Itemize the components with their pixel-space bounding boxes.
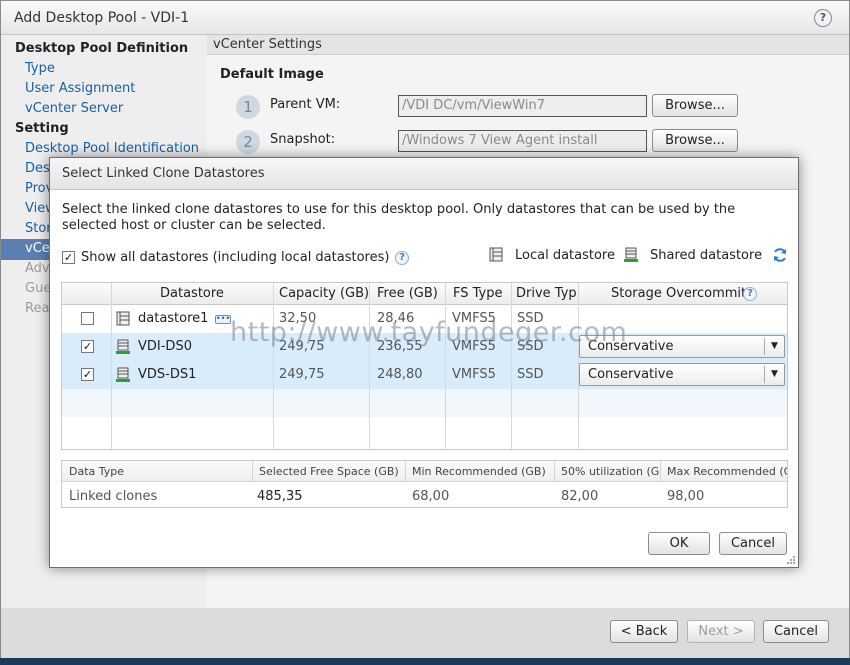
wizard-title: Add Desktop Pool - VDI-1 xyxy=(14,10,190,26)
chevron-down-icon[interactable]: ▼ xyxy=(764,366,784,383)
step-number-1: 1 xyxy=(236,95,260,119)
column-divider xyxy=(578,283,579,449)
nav-item-pool-identification[interactable]: Desktop Pool Identification xyxy=(25,141,199,156)
content-header: vCenter Settings xyxy=(207,35,849,55)
select-linked-clone-datastores-dialog: Select Linked Clone Datastores Select th… xyxy=(49,157,799,568)
dialog-titlebar[interactable]: Select Linked Clone Datastores xyxy=(50,158,798,190)
help-icon[interactable]: ? xyxy=(814,9,832,27)
column-header-capacity[interactable]: Capacity (GB) xyxy=(279,286,369,301)
column-header-drive-type[interactable]: Drive Typ xyxy=(516,286,577,301)
ok-button[interactable]: OK xyxy=(648,532,710,555)
datastore-name: datastore1 xyxy=(138,311,209,326)
column-header-storage-overcommit[interactable]: Storage Overcommit xyxy=(611,286,746,301)
summary-data-type: Linked clones xyxy=(69,489,158,504)
legend-local-label: Local datastore xyxy=(515,248,615,263)
snapshot-field[interactable]: /Windows 7 View Agent install xyxy=(398,130,647,152)
empty-row xyxy=(62,417,787,445)
nav-item-type[interactable]: Type xyxy=(25,61,55,76)
section-title-default-image: Default Image xyxy=(220,67,324,82)
resize-grip-icon[interactable] xyxy=(786,555,796,565)
summary-max-recommended: 98,00 xyxy=(667,489,705,504)
dialog-cancel-button[interactable]: Cancel xyxy=(719,532,787,555)
shared-datastore-icon xyxy=(116,367,130,382)
column-header-free[interactable]: Free (GB) xyxy=(377,286,438,301)
shared-datastore-icon xyxy=(624,247,638,262)
step-number-2: 2 xyxy=(236,130,260,154)
refresh-icon[interactable] xyxy=(772,247,788,263)
summary-header-selected-free: Selected Free Space (GB) xyxy=(259,465,399,478)
nav-item-user-assignment[interactable]: User Assignment xyxy=(25,81,135,96)
column-divider xyxy=(511,283,512,449)
space-summary-table: Data Type Selected Free Space (GB) Min R… xyxy=(61,460,788,508)
nav-section-setting: Setting xyxy=(15,121,69,136)
column-header-datastore[interactable]: Datastore xyxy=(160,286,224,301)
shared-datastore-icon xyxy=(116,339,130,354)
dialog-description: Select the linked clone datastores to us… xyxy=(62,202,736,233)
column-divider xyxy=(445,283,446,449)
summary-selected-free: 485,35 xyxy=(257,489,303,504)
summary-header-data-type: Data Type xyxy=(69,465,125,478)
dialog-title: Select Linked Clone Datastores xyxy=(62,166,265,181)
chevron-down-icon[interactable]: ▼ xyxy=(764,338,784,355)
snapshot-browse-button[interactable]: Browse... xyxy=(652,129,738,152)
nav-section-pool-definition: Desktop Pool Definition xyxy=(15,41,189,56)
nav-item-partial-1[interactable]: Des xyxy=(25,161,50,176)
column-divider xyxy=(111,283,112,449)
show-all-datastores-label: Show all datastores (including local dat… xyxy=(81,250,390,265)
empty-row xyxy=(62,389,787,417)
watermark: http://www.tayfundeger.com xyxy=(230,317,628,348)
nav-item-partial-7: Gue xyxy=(25,281,52,296)
summary-header: Data Type Selected Free Space (GB) Min R… xyxy=(62,461,787,482)
datastore-name: VDI-DS0 xyxy=(138,339,192,354)
nav-item-partial-8: Rea xyxy=(25,301,50,316)
nav-item-partial-4[interactable]: Stor xyxy=(25,221,52,236)
column-header-fs-type[interactable]: FS Type xyxy=(453,286,503,301)
summary-min-recommended: 68,00 xyxy=(412,489,450,504)
show-all-help-icon[interactable]: ? xyxy=(395,251,409,265)
table-row[interactable]: ✓ VDS-DS1 249,75 248,80 VMFS5 SSD Conser… xyxy=(62,361,787,389)
snapshot-label: Snapshot: xyxy=(270,132,336,147)
legend-shared-label: Shared datastore xyxy=(650,248,763,263)
fs-type-cell: VMFS5 xyxy=(452,367,496,382)
local-datastore-icon xyxy=(116,311,130,326)
row-checkbox[interactable] xyxy=(81,312,94,325)
summary-header-50-utilization: 50% utilization (GB) xyxy=(561,465,659,478)
parent-vm-field[interactable]: /VDI DC/vm/ViewWin7 xyxy=(398,95,647,117)
table-header: Datastore Capacity (GB) Free (GB) FS Typ… xyxy=(62,283,787,305)
summary-header-min-recommended: Min Recommended (GB) xyxy=(412,465,546,478)
free-cell: 248,80 xyxy=(377,367,423,382)
parent-vm-browse-button[interactable]: Browse... xyxy=(652,94,738,117)
next-button[interactable]: Next > xyxy=(687,620,755,643)
nav-item-vcenter-settings[interactable]: vCe xyxy=(25,241,50,256)
storage-overcommit-select[interactable]: Conservative ▼ xyxy=(579,363,785,386)
nav-item-vcenter-server[interactable]: vCenter Server xyxy=(25,101,123,116)
wizard-footer: < Back Next > Cancel xyxy=(1,608,849,658)
row-checkbox[interactable]: ✓ xyxy=(81,368,94,381)
overcommit-help-icon[interactable]: ? xyxy=(743,287,757,301)
more-icon[interactable]: ••• xyxy=(215,315,231,324)
row-checkbox[interactable]: ✓ xyxy=(81,340,94,353)
datastore-table: Datastore Capacity (GB) Free (GB) FS Typ… xyxy=(61,282,788,450)
column-divider xyxy=(273,283,274,449)
parent-vm-label: Parent VM: xyxy=(270,97,341,112)
back-button[interactable]: < Back xyxy=(610,620,678,643)
show-all-datastores-checkbox[interactable]: ✓ xyxy=(62,251,75,264)
wizard-titlebar: Add Desktop Pool - VDI-1 ? xyxy=(1,1,849,35)
column-divider xyxy=(369,283,370,449)
storage-overcommit-value: Conservative xyxy=(588,367,674,382)
local-datastore-icon xyxy=(489,247,503,262)
drive-type-cell: SSD xyxy=(517,367,544,382)
datastore-name: VDS-DS1 xyxy=(138,367,197,382)
wizard-cancel-button[interactable]: Cancel xyxy=(763,620,829,643)
capacity-cell: 249,75 xyxy=(279,367,325,382)
summary-50-utilization: 82,00 xyxy=(561,489,599,504)
summary-header-max-recommended: Max Recommended (GB) xyxy=(667,465,787,478)
